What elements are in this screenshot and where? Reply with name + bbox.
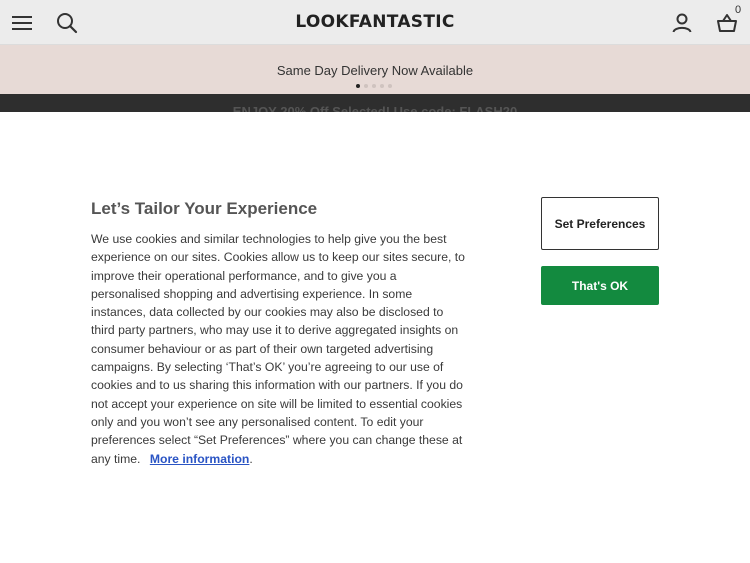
carousel-dot[interactable] [356,84,360,88]
cookie-consent-panel: Let’s Tailor Your Experience We use cook… [0,112,750,563]
site-header: LOOKFANTASTIC 0 [0,0,750,45]
promo-text: Same Day Delivery Now Available [276,63,474,78]
basket-button[interactable] [705,0,749,45]
carousel-dot[interactable] [388,84,392,88]
thats-ok-button[interactable]: That's OK [541,266,659,305]
basket-count: 0 [735,4,742,16]
cookie-title: Let’s Tailor Your Experience [91,199,318,218]
set-preferences-button[interactable]: Set Preferences [541,197,659,250]
cookie-body-text: We use cookies and similar technologies … [91,232,465,466]
discount-banner-text: ENJOY 20% Off Selected! Use code: FLASH2… [232,104,518,112]
carousel-dot[interactable] [372,84,376,88]
account-button[interactable] [660,0,704,45]
more-information-link[interactable]: More information [150,452,250,466]
carousel-dot[interactable] [364,84,368,88]
discount-banner[interactable]: ENJOY 20% Off Selected! Use code: FLASH2… [0,94,750,112]
carousel-dot[interactable] [380,84,384,88]
site-logo[interactable]: LOOKFANTASTIC [0,12,750,32]
cookie-body: We use cookies and similar technologies … [91,232,465,466]
account-icon [672,13,692,32]
carousel-indicators [356,84,392,88]
